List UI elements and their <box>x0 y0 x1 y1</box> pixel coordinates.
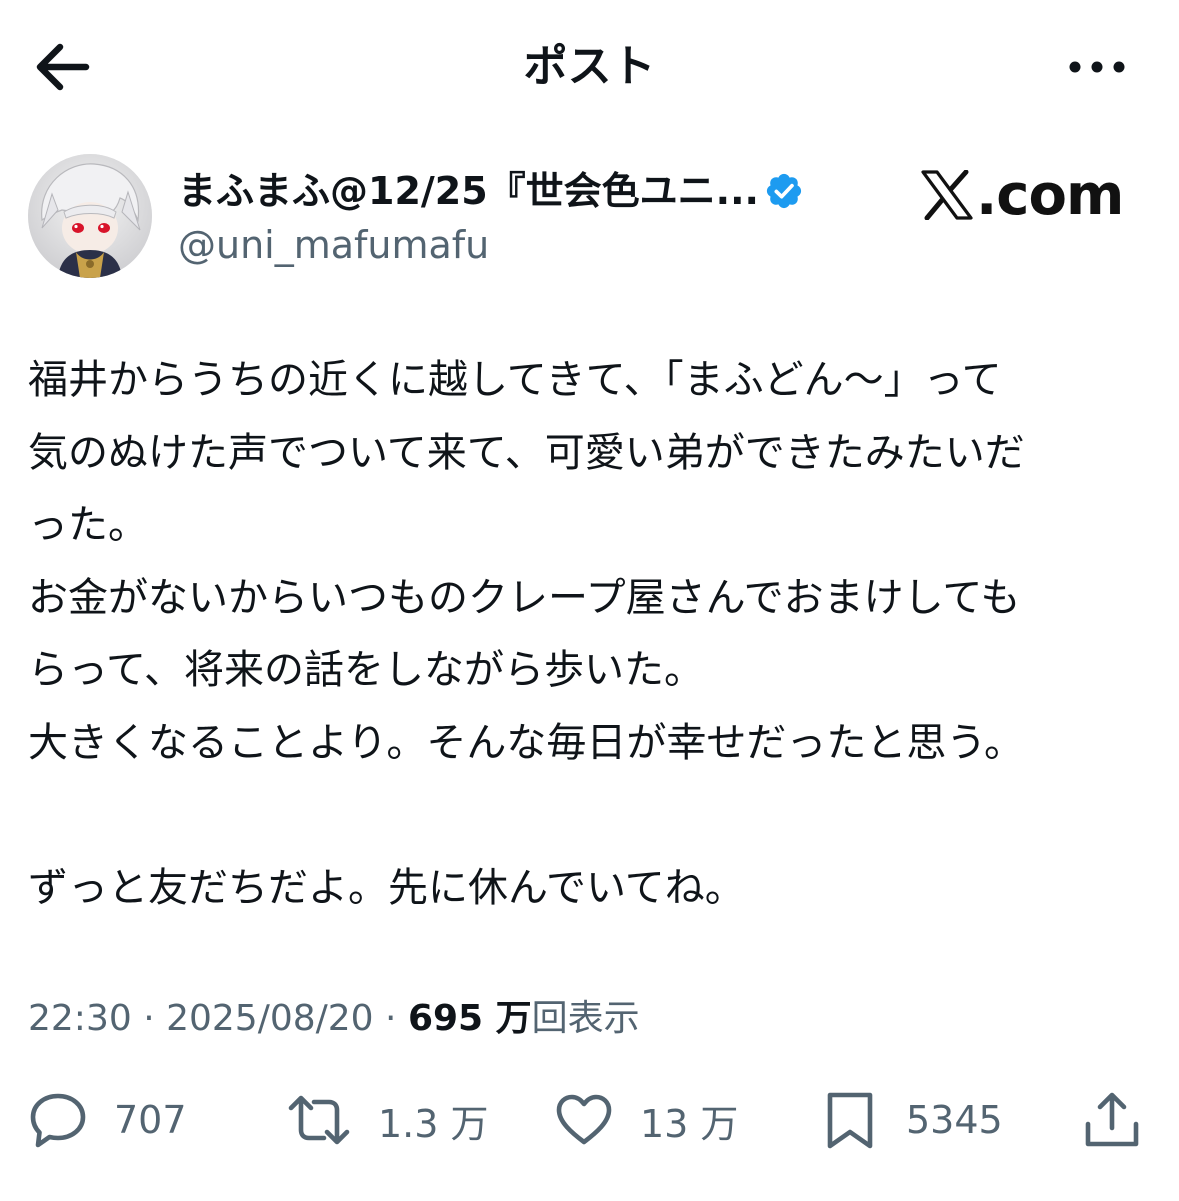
meta-separator: · <box>131 998 167 1039</box>
author-row: まふまふ@12/25『世会色ユニ... @uni_mafumafu .com <box>0 150 1179 285</box>
reply-button[interactable]: 707 <box>28 1080 187 1160</box>
post-line: った。 <box>28 502 148 548</box>
heart-icon <box>556 1094 612 1145</box>
reply-icon <box>30 1093 86 1148</box>
post-line-blank <box>28 779 1158 852</box>
reply-count: 707 <box>114 1098 187 1142</box>
post-text: 福井からうちの近くに越してきて、「まふどん〜」って 気のぬけた声でついて来て、可… <box>28 344 1158 924</box>
action-bar: 707 1.3 万 13 万 5345 <box>0 1080 1179 1160</box>
post-line: お金がないからいつものクレープ屋さんでおまけしても <box>28 574 1021 621</box>
share-icon <box>1085 1092 1139 1147</box>
bookmark-count: 5345 <box>906 1098 1003 1142</box>
avatar-illustration <box>28 154 152 278</box>
more-horizontal-icon <box>1069 61 1125 73</box>
like-count: 13 万 <box>640 1101 739 1146</box>
arrow-left-icon <box>36 43 90 91</box>
avatar[interactable] <box>28 154 152 278</box>
bookmark-icon <box>827 1092 873 1149</box>
views-count[interactable]: 695 万 <box>408 998 532 1039</box>
post-line: 気のぬけた声でついて来て、可愛い弟ができたみたいだ <box>28 429 1025 476</box>
repost-count: 1.3 万 <box>378 1101 489 1146</box>
views-label[interactable]: 回表示 <box>532 998 640 1039</box>
watermark-text: .com <box>976 162 1124 228</box>
top-bar: ポスト <box>0 0 1179 135</box>
x-logo-icon <box>921 170 973 220</box>
share-button[interactable] <box>1082 1080 1142 1160</box>
author-handle[interactable]: @uni_mafumafu <box>178 218 489 272</box>
verified-badge-icon <box>766 173 802 209</box>
post-line: らって、将来の話をしながら歩いた。 <box>28 647 704 693</box>
page-title: ポスト <box>523 41 656 92</box>
post-line: 福井からうちの近くに越してきて、「まふどん〜」って <box>28 357 1002 403</box>
author-display-name[interactable]: まふまふ@12/25『世会色ユニ... <box>178 164 759 218</box>
repost-button[interactable]: 1.3 万 <box>286 1080 489 1160</box>
post-line: ずっと友だちだよ。先に休んでいてね。 <box>28 864 745 911</box>
post-time[interactable]: 22:30 <box>28 998 132 1039</box>
back-button[interactable] <box>26 36 96 98</box>
x-com-watermark: .com <box>920 160 1124 230</box>
bookmark-button[interactable]: 5345 <box>820 1080 1003 1160</box>
post-line: 大きくなることより。そんな毎日が幸せだったと思う。 <box>28 719 1024 766</box>
more-options-button[interactable] <box>1057 36 1137 98</box>
like-button[interactable]: 13 万 <box>554 1080 738 1160</box>
post-meta: 22:30 · 2025/08/20 · 695 万回表示 <box>28 992 640 1046</box>
meta-separator: · <box>373 998 408 1039</box>
repost-icon <box>288 1095 350 1145</box>
post-date[interactable]: 2025/08/20 <box>166 998 374 1039</box>
